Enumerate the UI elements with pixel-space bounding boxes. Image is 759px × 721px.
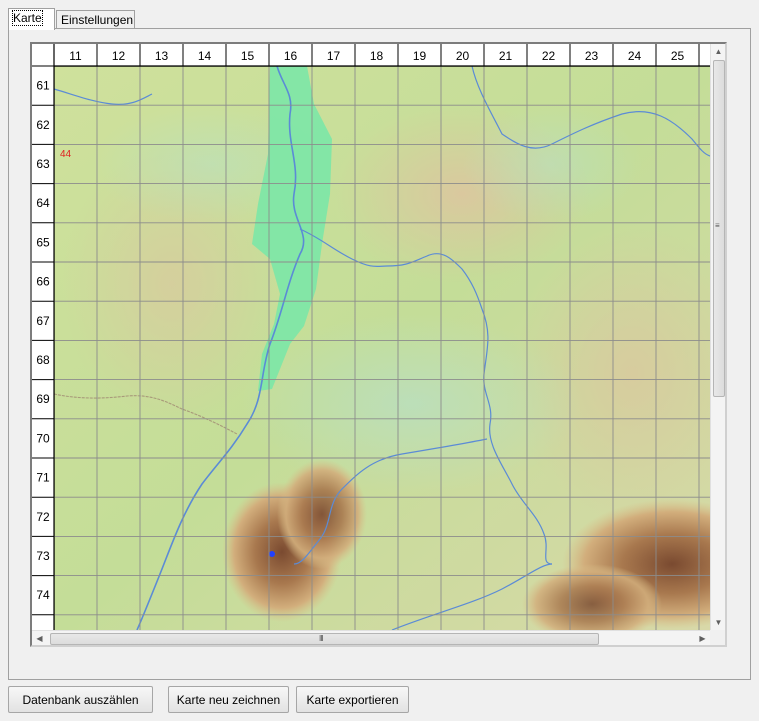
row-label: 73 xyxy=(36,549,50,563)
map-frame: 11 12 13 14 15 16 17 18 19 20 21 22 23 24 25 61 62 63 64 6… xyxy=(30,42,727,647)
redraw-map-button[interactable]: Karte neu zeichnen xyxy=(168,686,289,713)
column-label: 20 xyxy=(456,49,470,63)
row-label: 74 xyxy=(36,588,50,602)
scroll-up-arrow-icon[interactable]: ▲ xyxy=(711,44,726,59)
terrain-layer xyxy=(53,65,710,630)
scroll-left-arrow-icon[interactable]: ◀ xyxy=(32,631,47,646)
row-label: 67 xyxy=(36,314,50,328)
map-canvas[interactable]: 11 12 13 14 15 16 17 18 19 20 21 22 23 24 25 61 62 63 64 6… xyxy=(32,44,710,630)
row-label: 61 xyxy=(36,79,50,93)
row-header-bar xyxy=(32,44,54,630)
column-label: 14 xyxy=(198,49,212,63)
tab-karte[interactable]: Karte xyxy=(8,8,55,30)
column-label: 19 xyxy=(413,49,427,63)
column-label: 11 xyxy=(69,49,82,63)
row-label: 64 xyxy=(36,196,50,210)
row-label: 70 xyxy=(36,431,50,445)
horizontal-scrollbar[interactable]: ◀ III ▶ xyxy=(32,630,710,645)
horizontal-scroll-thumb[interactable]: III xyxy=(50,633,599,645)
row-labels: 616263646566676869707172737475 xyxy=(32,44,55,630)
tab-karte-label: Karte xyxy=(12,10,43,26)
column-label: 18 xyxy=(370,49,384,63)
column-label: 16 xyxy=(284,49,298,63)
column-label: 13 xyxy=(155,49,169,63)
column-label: 21 xyxy=(499,49,513,63)
row-label: 71 xyxy=(36,471,50,485)
row-label: 68 xyxy=(36,353,50,367)
row-label: 62 xyxy=(36,118,50,132)
map-viewport[interactable]: 11 12 13 14 15 16 17 18 19 20 21 22 23 24 25 61 62 63 64 6… xyxy=(32,44,710,630)
tab-einstellungen[interactable]: Einstellungen xyxy=(56,10,135,29)
vertical-scrollbar[interactable]: ▲ ≡ ▼ xyxy=(710,44,725,630)
vertical-grip-icon: ≡ xyxy=(715,221,720,230)
column-label: 23 xyxy=(585,49,599,63)
row-label: 66 xyxy=(36,275,50,289)
count-database-button[interactable]: Datenbank auszählen xyxy=(8,686,153,713)
map-marker-label[interactable]: 44 xyxy=(60,149,72,160)
row-label: 69 xyxy=(36,392,50,406)
scrollbar-corner xyxy=(710,630,725,645)
column-label: 12 xyxy=(112,49,126,63)
vertical-scroll-thumb[interactable]: ≡ xyxy=(713,60,725,397)
column-label: 17 xyxy=(327,49,341,63)
column-label: 22 xyxy=(542,49,556,63)
export-map-button[interactable]: Karte exportieren xyxy=(296,686,409,713)
column-labels: 11 12 13 14 15 16 17 18 19 20 21 22 23 24 25 xyxy=(32,44,710,67)
column-label: 24 xyxy=(628,49,642,63)
row-label: 63 xyxy=(36,157,50,171)
scroll-down-arrow-icon[interactable]: ▼ xyxy=(711,615,726,630)
row-label: 65 xyxy=(36,235,50,249)
horizontal-grip-icon: III xyxy=(319,634,324,643)
column-label: 25 xyxy=(671,49,685,63)
column-label: 15 xyxy=(241,49,255,63)
row-label: 72 xyxy=(36,510,50,524)
tab-einstellungen-label: Einstellungen xyxy=(61,13,134,27)
scroll-right-arrow-icon[interactable]: ▶ xyxy=(695,631,710,646)
